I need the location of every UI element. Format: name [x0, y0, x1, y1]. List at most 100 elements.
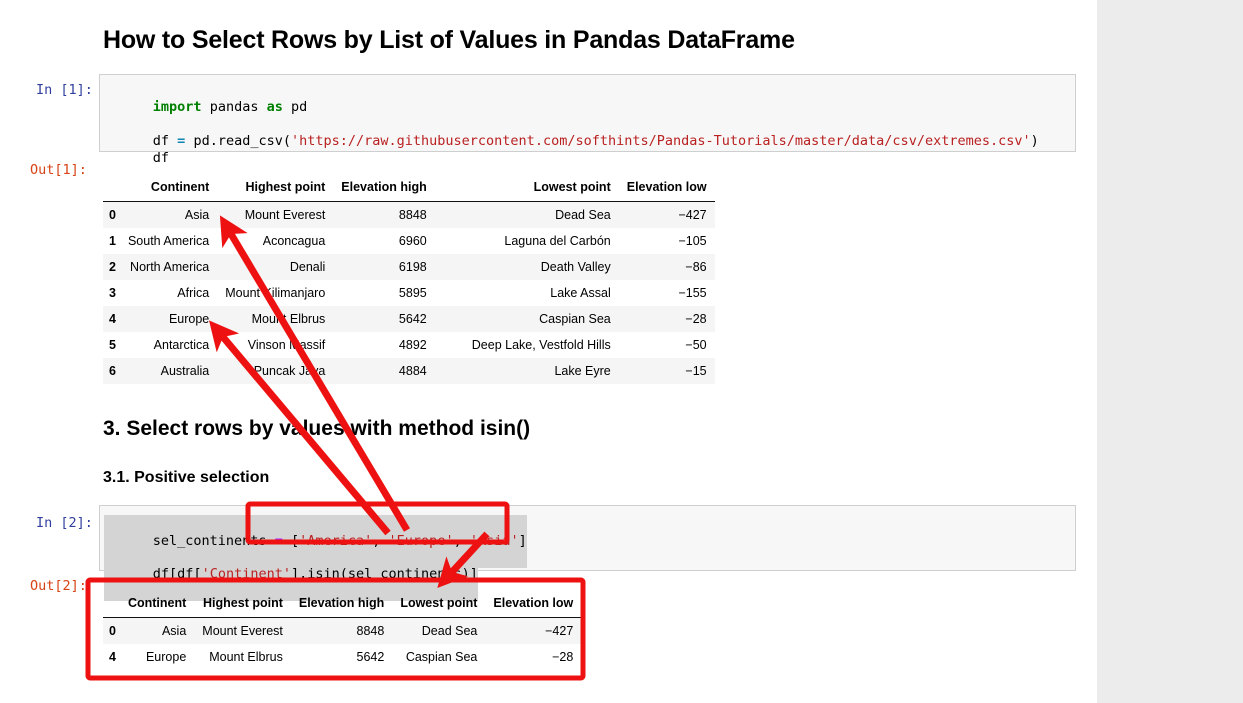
column-header-lowest-point: Lowest point — [435, 174, 619, 202]
cell-elevation-high: 5895 — [333, 280, 434, 306]
section-heading: 3. Select rows by values with method isi… — [103, 417, 530, 441]
cell-continent: Asia — [120, 618, 194, 645]
table-body: 0AsiaMount Everest8848Dead Sea−4274Europ… — [103, 618, 581, 671]
prompt-out-1: Out[1]: — [30, 162, 87, 178]
dataframe-output-filtered: Continent Highest point Elevation high L… — [103, 590, 581, 670]
cell-elevation-high: 8848 — [291, 618, 392, 645]
row-index: 4 — [103, 306, 120, 332]
dataframe-output-full: Continent Highest point Elevation high L… — [103, 174, 715, 384]
cell-elevation-low: −15 — [619, 358, 715, 384]
table-body: 0AsiaMount Everest8848Dead Sea−4271South… — [103, 202, 715, 385]
cell-highest-point: Mount Elbrus — [217, 306, 333, 332]
code-isin-prefix: df[df[ — [153, 566, 202, 582]
row-index: 1 — [103, 228, 120, 254]
column-header-continent: Continent — [120, 174, 217, 202]
table-row: 1South AmericaAconcagua6960Laguna del Ca… — [103, 228, 715, 254]
cell-elevation-low: −28 — [485, 644, 581, 670]
cell-highest-point: Vinson Massif — [217, 332, 333, 358]
code-string-america: 'America' — [299, 533, 372, 549]
page-gutter — [1097, 0, 1243, 703]
table-row: 6AustraliaPuncak Jaya4884Lake Eyre−15 — [103, 358, 715, 384]
row-index: 4 — [103, 644, 120, 670]
code-operator-assign-2: = — [275, 533, 283, 549]
code-alias-pd: pd — [283, 99, 307, 115]
cell-highest-point: Mount Elbrus — [194, 644, 291, 670]
table-row: 0AsiaMount Everest8848Dead Sea−427 — [103, 202, 715, 229]
cell-highest-point: Denali — [217, 254, 333, 280]
cell-lowest-point: Laguna del Carbón — [435, 228, 619, 254]
cell-continent: South America — [120, 228, 217, 254]
subsection-heading: 3.1. Positive selection — [103, 469, 269, 487]
code-bracket-open: [ — [291, 533, 299, 549]
code-module-pandas: pandas — [202, 99, 267, 115]
code-string-continent: 'Continent' — [202, 566, 291, 582]
code-expr-df: df — [153, 150, 169, 166]
cell-elevation-high: 4892 — [333, 332, 434, 358]
table-row: 3AfricaMount Kilimanjaro5895Lake Assal−1… — [103, 280, 715, 306]
cell-lowest-point: Deep Lake, Vestfold Hills — [435, 332, 619, 358]
table-row: 5AntarcticaVinson Massif4892Deep Lake, V… — [103, 332, 715, 358]
cell-elevation-high: 5642 — [333, 306, 434, 332]
code-paren-close: ) — [1031, 133, 1039, 149]
cell-highest-point: Puncak Jaya — [217, 358, 333, 384]
code-isin-suffix: ].isin(sel_continents)] — [291, 566, 478, 582]
code-keyword-import: import — [153, 99, 202, 115]
cell-elevation-high: 6198 — [333, 254, 434, 280]
code-keyword-as: as — [267, 99, 283, 115]
page-title: How to Select Rows by List of Values in … — [103, 26, 795, 55]
cell-elevation-low: −427 — [485, 618, 581, 645]
cell-continent: Australia — [120, 358, 217, 384]
row-index: 0 — [103, 202, 120, 229]
prompt-in-2: In [2]: — [36, 515, 93, 531]
column-header-elevation-low: Elevation low — [485, 590, 581, 618]
prompt-in-1: In [1]: — [36, 82, 93, 98]
table-row: 2North AmericaDenali6198Death Valley−86 — [103, 254, 715, 280]
code-cell-1[interactable]: import pandas as pd df = pd.read_csv('ht… — [99, 74, 1076, 152]
cell-elevation-low: −86 — [619, 254, 715, 280]
cell-elevation-low: −28 — [619, 306, 715, 332]
row-index: 5 — [103, 332, 120, 358]
cell-continent: North America — [120, 254, 217, 280]
cell-highest-point: Mount Everest — [217, 202, 333, 229]
cell-lowest-point: Caspian Sea — [392, 644, 485, 670]
code-string-asia: 'Asia' — [470, 533, 519, 549]
column-header-highest-point: Highest point — [194, 590, 291, 618]
cell-highest-point: Mount Everest — [194, 618, 291, 645]
index-header — [103, 174, 120, 202]
code-comma-2: , — [454, 533, 470, 549]
cell-elevation-high: 5642 — [291, 644, 392, 670]
code-bracket-close: ] — [519, 533, 527, 549]
column-header-elevation-low: Elevation low — [619, 174, 715, 202]
code-string-europe: 'Europe' — [389, 533, 454, 549]
cell-elevation-high: 6960 — [333, 228, 434, 254]
table-header-row: Continent Highest point Elevation high L… — [103, 590, 581, 618]
notebook-page: How to Select Rows by List of Values in … — [0, 0, 1097, 703]
cell-continent: Africa — [120, 280, 217, 306]
cell-highest-point: Aconcagua — [217, 228, 333, 254]
column-header-lowest-point: Lowest point — [392, 590, 485, 618]
cell-lowest-point: Death Valley — [435, 254, 619, 280]
column-header-highest-point: Highest point — [217, 174, 333, 202]
prompt-out-2: Out[2]: — [30, 578, 87, 594]
column-header-continent: Continent — [120, 590, 194, 618]
table-row: 0AsiaMount Everest8848Dead Sea−427 — [103, 618, 581, 645]
code-cell-2[interactable]: sel_continents = ['America', 'Europe', '… — [99, 505, 1076, 571]
code-space — [283, 533, 291, 549]
cell-continent: Europe — [120, 644, 194, 670]
cell-elevation-low: −155 — [619, 280, 715, 306]
cell-lowest-point: Caspian Sea — [435, 306, 619, 332]
cell-lowest-point: Dead Sea — [392, 618, 485, 645]
column-header-elevation-high: Elevation high — [291, 590, 392, 618]
table-row: 4EuropeMount Elbrus5642Caspian Sea−28 — [103, 644, 581, 670]
cell-continent: Antarctica — [120, 332, 217, 358]
cell-elevation-high: 4884 — [333, 358, 434, 384]
code-comma-1: , — [372, 533, 388, 549]
cell-continent: Europe — [120, 306, 217, 332]
cell-lowest-point: Dead Sea — [435, 202, 619, 229]
cell-continent: Asia — [120, 202, 217, 229]
cell-elevation-low: −50 — [619, 332, 715, 358]
row-index: 6 — [103, 358, 120, 384]
code-call-read-csv: pd.read_csv( — [185, 133, 291, 149]
row-index: 3 — [103, 280, 120, 306]
column-header-elevation-high: Elevation high — [333, 174, 434, 202]
